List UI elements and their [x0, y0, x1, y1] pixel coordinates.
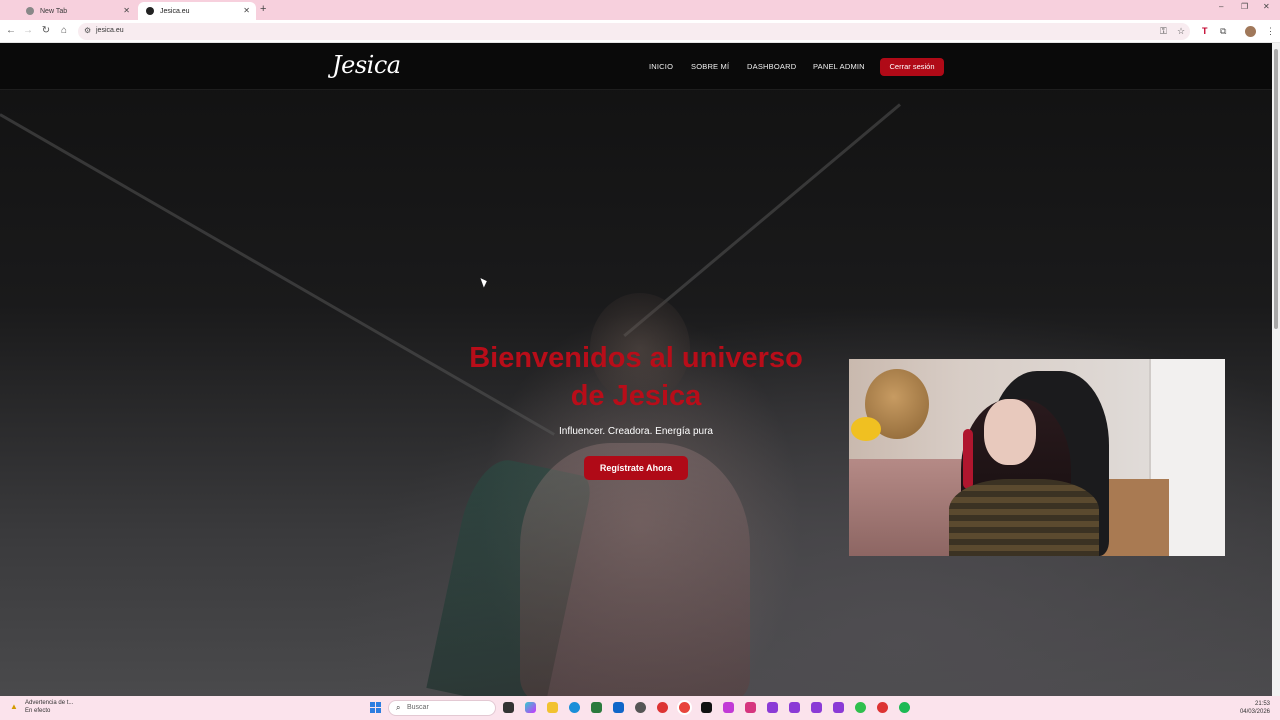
- edge-icon[interactable]: [569, 702, 580, 713]
- outlook-icon[interactable]: [613, 702, 624, 713]
- browser-tab-strip: New Tab ✕ Jesica.eu ✕ + – ❐ ✕: [0, 0, 1280, 20]
- site-favicon-icon: [146, 7, 154, 15]
- spotify-icon[interactable]: [899, 702, 910, 713]
- browser-toolbar: ← → ↻ ⌂ ⚙ jesica.eu ⚿ ☆ T ⧉ ⋮: [0, 20, 1280, 43]
- capcut-icon[interactable]: [701, 702, 712, 713]
- site-info-icon[interactable]: ⚙: [84, 26, 91, 35]
- reload-icon[interactable]: ↻: [40, 25, 52, 36]
- system-clock[interactable]: 21:53 04/03/2026: [1232, 700, 1270, 716]
- app-icon-4[interactable]: [833, 702, 844, 713]
- file-explorer-icon[interactable]: [503, 702, 514, 713]
- app-icon-1[interactable]: [767, 702, 778, 713]
- tab-new-tab[interactable]: New Tab ✕: [18, 2, 136, 20]
- nav-dashboard[interactable]: DASHBOARD: [747, 62, 796, 71]
- url-text[interactable]: jesica.eu: [96, 27, 124, 34]
- mouse-cursor-icon: [480, 276, 489, 288]
- extension-icon[interactable]: T: [1202, 26, 1208, 36]
- photos-icon[interactable]: [745, 702, 756, 713]
- whatsapp-icon[interactable]: [855, 702, 866, 713]
- widget-title: Advertencia de t...: [25, 700, 74, 706]
- nav-inicio[interactable]: INICIO: [649, 62, 673, 71]
- hero-title-line: de Jesica: [570, 380, 702, 412]
- streamer-face: [984, 399, 1036, 465]
- close-tab-icon[interactable]: ✕: [123, 6, 130, 15]
- store-icon[interactable]: [591, 702, 602, 713]
- tab-title: Jesica.eu: [160, 7, 190, 15]
- tab-jesica[interactable]: Jesica.eu ✕: [138, 2, 256, 20]
- warning-icon: ▲: [10, 702, 18, 711]
- extensions-puzzle-icon[interactable]: ⧉: [1220, 26, 1226, 37]
- password-key-icon[interactable]: ⚿: [1160, 26, 1167, 37]
- forward-icon[interactable]: →: [22, 25, 34, 36]
- minimize-icon[interactable]: –: [1219, 2, 1223, 11]
- nav-sobre-mi[interactable]: SOBRE MÍ: [691, 62, 729, 71]
- web-page: Jesica INICIO SOBRE MÍ DASHBOARD PANEL A…: [0, 43, 1272, 696]
- close-window-icon[interactable]: ✕: [1263, 2, 1270, 11]
- windows-taskbar: ▲ Advertencia de t... En efecto ⌕ Buscar…: [0, 696, 1280, 720]
- back-icon[interactable]: ←: [5, 25, 17, 36]
- address-bar[interactable]: ⚙ jesica.eu: [78, 23, 1190, 40]
- search-placeholder: Buscar: [407, 704, 429, 711]
- instagram-icon[interactable]: [723, 702, 734, 713]
- webcam-overlay: [849, 359, 1225, 556]
- folder-icon[interactable]: [547, 702, 558, 713]
- menu-dots-icon[interactable]: ⋮: [1266, 26, 1275, 37]
- chrome-active-icon[interactable]: [679, 702, 690, 713]
- new-tab-icon[interactable]: +: [260, 3, 266, 15]
- search-icon: ⌕: [396, 703, 401, 712]
- bookmark-star-icon[interactable]: ☆: [1177, 26, 1185, 37]
- chrome-icon[interactable]: [657, 702, 668, 713]
- streamer-hair-highlight: [963, 429, 973, 489]
- close-tab-icon[interactable]: ✕: [243, 6, 250, 15]
- app-icon-2[interactable]: [789, 702, 800, 713]
- scrollbar-thumb[interactable]: [1274, 49, 1278, 329]
- site-navbar: Jesica INICIO SOBRE MÍ DASHBOARD PANEL A…: [0, 43, 1272, 90]
- tab-title: New Tab: [40, 7, 68, 15]
- obs-icon[interactable]: [635, 702, 646, 713]
- logout-button[interactable]: Cerrar sesión: [880, 58, 944, 76]
- clock-time: 21:53: [1254, 701, 1270, 707]
- profile-avatar[interactable]: [1245, 26, 1256, 37]
- widget-subtitle: En efecto: [25, 708, 51, 714]
- restore-icon[interactable]: ❐: [1241, 2, 1248, 11]
- nav-panel-admin[interactable]: PANEL ADMIN: [813, 62, 865, 71]
- copilot-icon[interactable]: [525, 702, 536, 713]
- plush-duck: [851, 417, 881, 441]
- streamer-shirt: [949, 479, 1099, 556]
- clock-date: 04/03/2026: [1239, 709, 1270, 715]
- home-icon[interactable]: ⌂: [58, 25, 70, 36]
- chrome-icon: [26, 7, 34, 15]
- weather-widget[interactable]: ▲ Advertencia de t... En efecto: [10, 699, 73, 715]
- hero-background-figure: [520, 443, 750, 696]
- chrome-alt-icon[interactable]: [877, 702, 888, 713]
- site-logo[interactable]: Jesica: [332, 51, 401, 79]
- hero-title: Bienvenidos al universo de Jesica: [436, 339, 836, 415]
- register-button[interactable]: Regístrate Ahora: [584, 456, 688, 480]
- app-icon-3[interactable]: [811, 702, 822, 713]
- page-scrollbar[interactable]: [1272, 43, 1280, 696]
- start-button-windows-icon[interactable]: [370, 702, 381, 713]
- taskbar-search[interactable]: ⌕ Buscar: [388, 700, 496, 716]
- hero-subtitle: Influencer. Creadora. Energía pura: [559, 426, 713, 437]
- hero-title-line: Bienvenidos al universo: [469, 342, 803, 374]
